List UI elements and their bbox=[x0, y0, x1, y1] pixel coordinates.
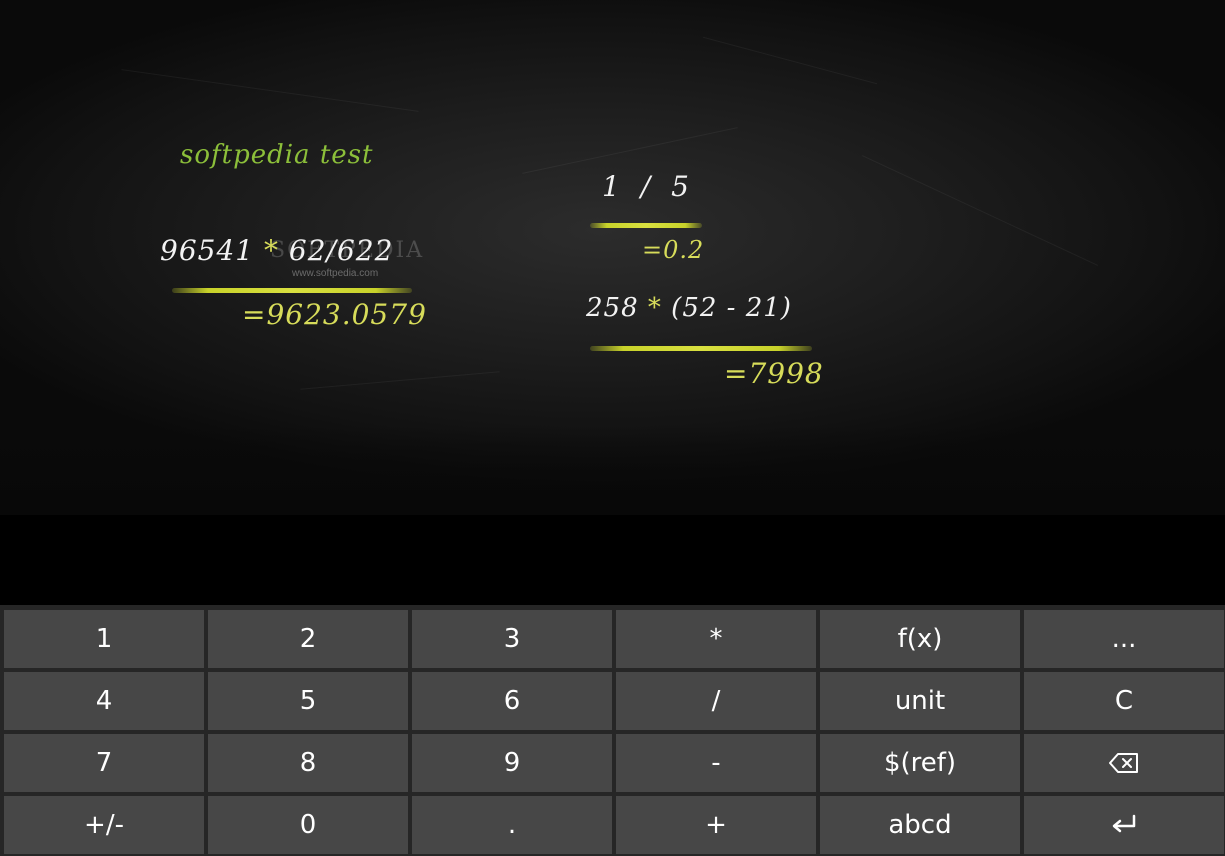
calc-1-expression[interactable]: 96541 * 62/622 bbox=[160, 234, 393, 267]
notebook-title[interactable]: softpedia test bbox=[180, 140, 373, 170]
calc-3-underline bbox=[590, 346, 812, 351]
key-2[interactable]: 2 bbox=[208, 610, 408, 668]
calc-3-result: =7998 bbox=[724, 357, 824, 390]
key-add[interactable]: + bbox=[616, 796, 816, 854]
key-more[interactable]: ... bbox=[1024, 610, 1224, 668]
calc-2-result: =0.2 bbox=[642, 236, 705, 264]
key-decimal[interactable]: . bbox=[412, 796, 612, 854]
key-function[interactable]: f(x) bbox=[820, 610, 1020, 668]
key-reference[interactable]: $(ref) bbox=[820, 734, 1020, 792]
backspace-icon bbox=[1108, 752, 1140, 774]
calc-2-operand-b: 5 bbox=[671, 170, 690, 203]
calc-1-operand-a: 96541 bbox=[160, 234, 255, 267]
calc-3-operator: * bbox=[647, 293, 662, 323]
key-8[interactable]: 8 bbox=[208, 734, 408, 792]
key-letters[interactable]: abcd bbox=[820, 796, 1020, 854]
calc-1-operand-b: 62/622 bbox=[288, 234, 394, 267]
key-divide[interactable]: / bbox=[616, 672, 816, 730]
key-enter[interactable] bbox=[1024, 796, 1224, 854]
keypad: 1 2 3 * f(x) ... 4 5 6 / unit C 7 8 9 - … bbox=[0, 605, 1225, 856]
key-4[interactable]: 4 bbox=[4, 672, 204, 730]
calc-2-expression[interactable]: 1 / 5 bbox=[602, 170, 690, 203]
key-6[interactable]: 6 bbox=[412, 672, 612, 730]
key-backspace[interactable] bbox=[1024, 734, 1224, 792]
chalkboard: softpedia test SOFTPEDIA www.softpedia.c… bbox=[0, 0, 1225, 515]
key-1[interactable]: 1 bbox=[4, 610, 204, 668]
watermark-url: www.softpedia.com bbox=[292, 268, 379, 279]
key-0[interactable]: 0 bbox=[208, 796, 408, 854]
calc-2-operator: / bbox=[640, 170, 652, 203]
calc-3-operand-b: (52 - 21) bbox=[671, 293, 792, 323]
enter-icon bbox=[1110, 814, 1138, 836]
calc-2-operand-a: 1 bbox=[602, 170, 621, 203]
key-3[interactable]: 3 bbox=[412, 610, 612, 668]
key-negate[interactable]: +/- bbox=[4, 796, 204, 854]
key-9[interactable]: 9 bbox=[412, 734, 612, 792]
calc-2-underline bbox=[590, 223, 702, 228]
key-subtract[interactable]: - bbox=[616, 734, 816, 792]
key-7[interactable]: 7 bbox=[4, 734, 204, 792]
calc-1-result: =9623.0579 bbox=[242, 298, 427, 331]
key-clear[interactable]: C bbox=[1024, 672, 1224, 730]
calc-1-operator: * bbox=[263, 234, 279, 267]
calc-1-underline bbox=[172, 288, 412, 293]
key-multiply[interactable]: * bbox=[616, 610, 816, 668]
key-unit[interactable]: unit bbox=[820, 672, 1020, 730]
calc-3-expression[interactable]: 258 * (52 - 21) bbox=[586, 293, 792, 323]
calc-3-operand-a: 258 bbox=[586, 293, 639, 323]
key-5[interactable]: 5 bbox=[208, 672, 408, 730]
